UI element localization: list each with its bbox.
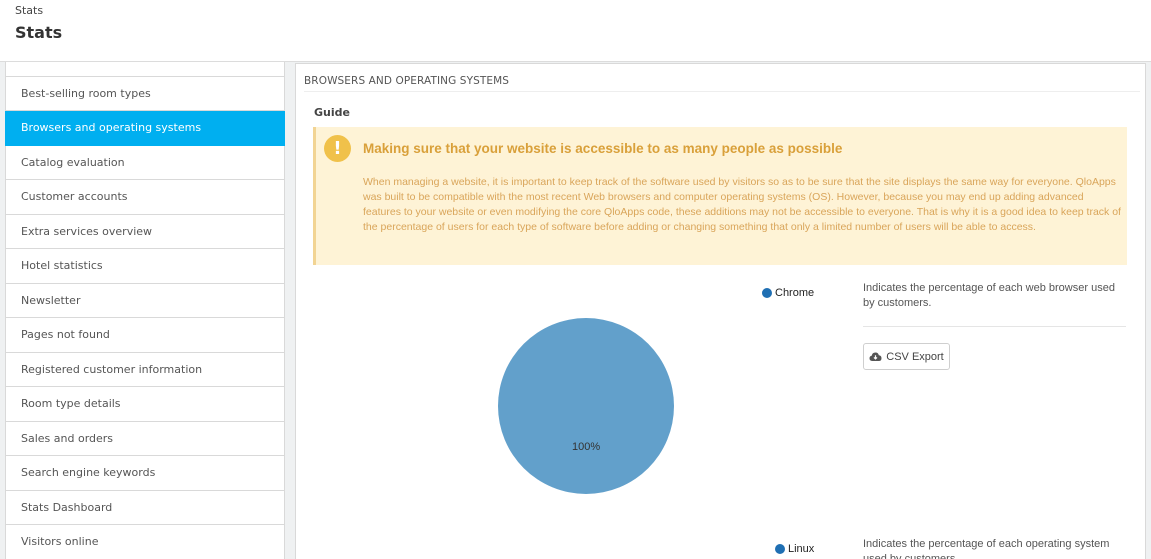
legend-dot (762, 288, 772, 298)
pie-slice-chrome[interactable] (498, 318, 674, 494)
sidebar-item-hotel-statistics[interactable]: Hotel statistics (5, 249, 285, 284)
pie-slice-label: 100% (572, 441, 601, 453)
sidebar-item-browsers-and-operating-systems[interactable]: Browsers and operating systems (5, 111, 285, 146)
page-title: Stats (15, 23, 63, 42)
alert-title: Making sure that your website is accessi… (363, 141, 843, 156)
browser-description: Indicates the percentage of each web bro… (863, 282, 1115, 309)
divider (863, 326, 1126, 327)
legend-label: Linux (788, 543, 815, 555)
sidebar-item-registered-customer-information[interactable]: Registered customer information (5, 352, 285, 387)
sidebar-item-visitors-online[interactable]: Visitors online (5, 525, 285, 559)
exclamation-icon: ! (324, 135, 351, 162)
csv-export-button[interactable]: CSV Export (863, 343, 950, 370)
sidebar-item-best-vouchers[interactable]: Best vouchers (5, 62, 285, 77)
breadcrumb[interactable]: Stats (15, 4, 43, 17)
os-description: Indicates the percentage of each operati… (863, 538, 1110, 559)
alert-body: When managing a website, it is important… (363, 176, 1121, 233)
sidebar-item-best-selling-room-types[interactable]: Best-selling room types (5, 76, 285, 111)
csv-export-label: CSV Export (886, 350, 944, 363)
sidebar-item-sales-and-orders[interactable]: Sales and orders (5, 421, 285, 456)
sidebar-list: Best vouchersBest-selling room typesBrow… (5, 62, 285, 559)
guide-title: Guide (314, 106, 350, 119)
sidebar-item-stats-dashboard[interactable]: Stats Dashboard (5, 490, 285, 525)
legend-item-chrome[interactable]: Chrome (762, 287, 814, 299)
browser-pie-chart (496, 316, 676, 496)
sidebar-item-extra-services-overview[interactable]: Extra services overview (5, 214, 285, 249)
legend-label: Chrome (775, 287, 815, 299)
panel-heading: BROWSERS AND OPERATING SYSTEMS (304, 70, 1140, 92)
browser-pie-svg (498, 318, 674, 494)
sidebar-item-room-type-details[interactable]: Room type details (5, 387, 285, 422)
sidebar-item-search-engine-keywords[interactable]: Search engine keywords (5, 456, 285, 491)
sidebar-item-catalog-evaluation[interactable]: Catalog evaluation (5, 145, 285, 180)
guide-alert: ! Making sure that your website is acces… (313, 127, 1127, 265)
cloud-download-icon (869, 351, 882, 362)
sidebar-item-newsletter[interactable]: Newsletter (5, 283, 285, 318)
stats-panel: BROWSERS AND OPERATING SYSTEMS Guide ! M… (295, 63, 1146, 559)
page-header: Stats Stats (0, 0, 1151, 62)
sidebar-item-customer-accounts[interactable]: Customer accounts (5, 180, 285, 215)
legend-item-linux[interactable]: Linux (775, 543, 814, 555)
sidebar-item-pages-not-found[interactable]: Pages not found (5, 318, 285, 353)
legend-dot (775, 544, 785, 554)
stats-sidebar: Best vouchersBest-selling room typesBrow… (5, 62, 285, 559)
